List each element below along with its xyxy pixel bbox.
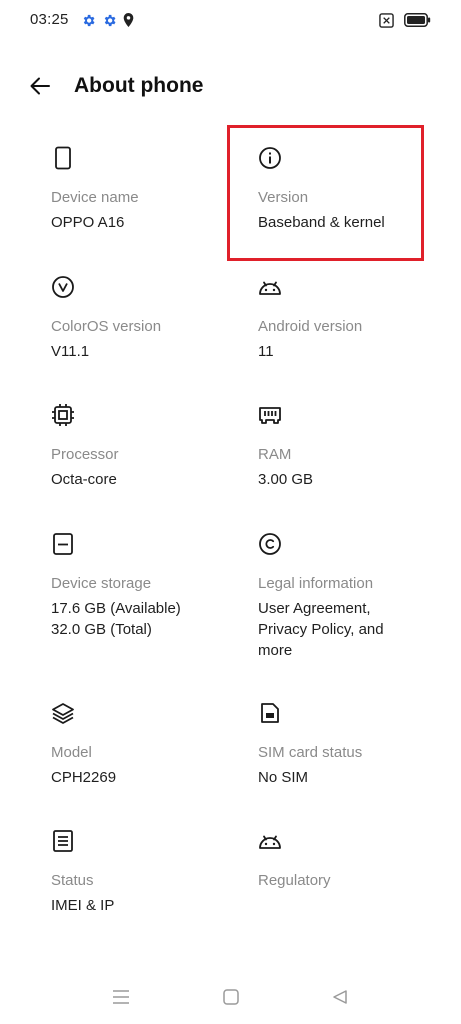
item-label: Status (51, 872, 94, 889)
item-label: Processor (51, 446, 119, 463)
gear-icon (104, 14, 116, 26)
item-label: Android version (258, 318, 363, 335)
item-ram[interactable]: RAM 3.00 GB (258, 403, 448, 490)
sim-card-icon (261, 703, 279, 723)
no-sim-icon (379, 12, 394, 28)
item-label: ColorOS version (51, 318, 162, 335)
item-label: Legal information (258, 575, 374, 592)
status-time: 03:25 (30, 11, 69, 28)
ram-icon (259, 407, 281, 424)
item-value: No SIM (258, 769, 309, 786)
app-bar: About phone (0, 60, 461, 112)
item-value-line: 32.0 GB (Total) (51, 621, 152, 638)
page-title: About phone (74, 74, 204, 97)
highlight-box (227, 125, 424, 261)
item-value: IMEI & IP (51, 897, 115, 914)
item-legal-information[interactable]: Legal information User Agreement, Privac… (258, 532, 448, 661)
item-status[interactable]: Status IMEI & IP (51, 829, 241, 916)
item-regulatory[interactable]: Regulatory (258, 829, 448, 895)
phone-icon (55, 146, 71, 170)
back-triangle-icon (333, 990, 347, 1004)
item-label: Model (51, 744, 92, 761)
chip-icon (52, 404, 74, 426)
item-android-version[interactable]: Android version 11 (258, 275, 448, 362)
android-icon (259, 835, 281, 849)
navigation-bar (0, 975, 461, 1019)
item-processor[interactable]: Processor Octa-core (51, 403, 241, 490)
item-device-name[interactable]: Device name OPPO A16 (51, 146, 241, 233)
status-system-icons (379, 10, 431, 30)
home-icon (223, 989, 239, 1005)
item-value: OPPO A16 (51, 214, 125, 231)
document-icon (53, 830, 73, 852)
item-label: SIM card status (258, 744, 363, 761)
item-label: Regulatory (258, 872, 331, 889)
item-value-line: more (258, 642, 293, 659)
status-notification-icons (81, 11, 134, 29)
gear-icon (83, 14, 95, 26)
item-label: Device name (51, 189, 139, 206)
copyright-icon (259, 533, 281, 555)
back-nav-button[interactable] (328, 985, 352, 1009)
item-model[interactable]: Model CPH2269 (51, 701, 241, 788)
coloros-v-icon (52, 276, 74, 298)
battery-icon (404, 13, 431, 27)
item-value: V11.1 (51, 343, 90, 360)
item-sim-card-status[interactable]: SIM card status No SIM (258, 701, 448, 788)
item-value-line: User Agreement, (258, 600, 371, 617)
item-value-line: Privacy Policy, and (258, 621, 384, 638)
layers-icon (52, 703, 74, 724)
item-coloros-version[interactable]: ColorOS version V11.1 (51, 275, 241, 362)
menu-icon (113, 990, 129, 1004)
item-label: Device storage (51, 575, 152, 592)
arrow-left-icon (30, 77, 50, 95)
location-icon (123, 13, 134, 27)
recents-button[interactable] (109, 985, 133, 1009)
item-value: CPH2269 (51, 769, 117, 786)
home-button[interactable] (219, 985, 243, 1009)
back-button[interactable] (26, 72, 54, 100)
item-value: Octa-core (51, 471, 117, 488)
item-value: 3.00 GB (258, 471, 314, 488)
item-label: RAM (258, 446, 292, 463)
item-value: 11 (258, 343, 274, 360)
item-value-line: 17.6 GB (Available) (51, 600, 181, 617)
android-icon (259, 281, 281, 295)
item-device-storage[interactable]: Device storage 17.6 GB (Available) 32.0 … (51, 532, 241, 640)
status-bar: 03:25 (0, 0, 461, 40)
storage-icon (53, 533, 73, 555)
